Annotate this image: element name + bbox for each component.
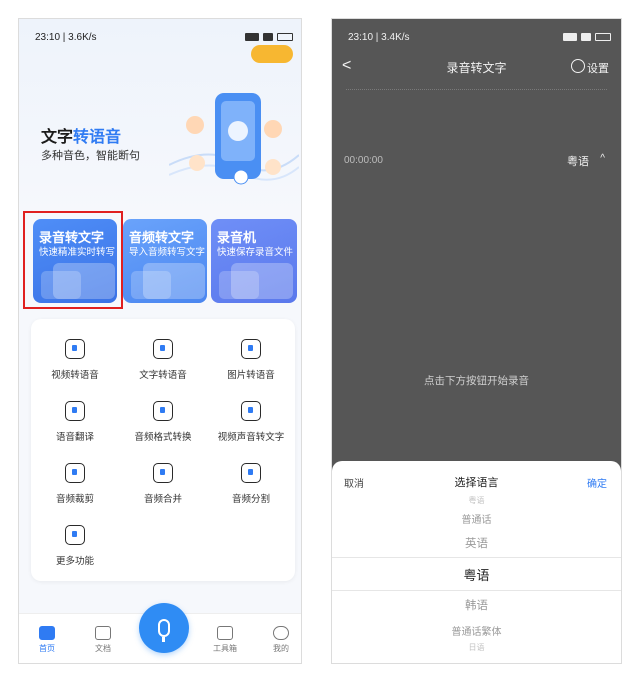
card-audio-to-text[interactable]: 音频转文字 导入音频转写文字 [123, 219, 207, 303]
grid-item-audio-split[interactable]: 音频分割 [207, 463, 295, 505]
hero-title-highlight: 转语音 [73, 129, 122, 146]
hero-illustration [169, 93, 299, 185]
status-bar: 23:10 | 3.6K/s [19, 30, 301, 44]
nav-toolbox[interactable]: 工具箱 [205, 626, 245, 654]
more-grid-icon [65, 525, 85, 545]
header: < 录音转文字 设置 [332, 55, 621, 79]
picker-option[interactable]: 韩语 [332, 597, 621, 613]
grid-item-label: 文字转语音 [139, 370, 187, 381]
profile-icon [273, 626, 289, 640]
status-time: 23:10 | 3.4K/s [348, 31, 410, 43]
card-subtitle: 快速保存录音文件 [217, 247, 294, 258]
hero-title: 文字转语音 [41, 123, 121, 147]
toolbox-icon [217, 626, 233, 640]
grid-item-label: 视频转语音 [51, 370, 99, 381]
record-mic-button[interactable] [139, 603, 189, 653]
grid-item-label: 图片转语音 [227, 370, 275, 381]
home-icon [39, 626, 55, 640]
video-play-icon [65, 339, 85, 359]
microphone-icon [158, 619, 170, 642]
translate-icon [65, 401, 85, 421]
grid-item-more[interactable]: 更多功能 [31, 525, 119, 567]
grid-item-label: 语音翻译 [55, 432, 94, 443]
status-time: 23:10 | 3.6K/s [35, 31, 97, 43]
grid-item-text-to-voice[interactable]: 文字转语音 [119, 339, 207, 381]
picker-option[interactable]: 英语 [332, 535, 621, 551]
crop-icon [65, 463, 85, 483]
video-text-icon [241, 401, 261, 421]
card-decoration [131, 271, 171, 299]
record-hint: 点击下方按钮开始录音 [424, 375, 529, 387]
chevron-up-icon[interactable]: ^ [600, 153, 605, 164]
sheet-title: 选择语言 [454, 477, 499, 489]
nav-label: 我的 [273, 644, 289, 653]
status-icons [245, 33, 293, 41]
merge-icon [153, 463, 173, 483]
picker-option[interactable]: 普通话 [332, 511, 621, 526]
grid-item-label: 音频裁剪 [55, 494, 94, 505]
wifi-icon [263, 33, 273, 41]
grid-item-video-sound-to-text[interactable]: 视频声音转文字 [207, 401, 295, 443]
recording-timer: 00:00:00 [344, 155, 383, 166]
hero-title-prefix: 文字 [41, 129, 74, 146]
picker-option[interactable]: 日语 [332, 642, 621, 653]
nav-label: 工具箱 [213, 644, 237, 653]
image-icon [241, 339, 261, 359]
text-t-icon [153, 339, 173, 359]
status-bar: 23:10 | 3.4K/s [332, 30, 621, 44]
waveform-divider [346, 89, 607, 90]
grid-item-label: 音频格式转换 [134, 432, 192, 443]
nav-profile[interactable]: 我的 [261, 626, 301, 654]
picker-option-selected[interactable]: 粤语 [332, 565, 621, 584]
grid-item-audio-crop[interactable]: 音频裁剪 [31, 463, 119, 505]
nav-label: 文档 [95, 644, 111, 653]
status-icons [563, 33, 611, 41]
settings-button[interactable]: 设置 [587, 60, 609, 76]
highlight-box [23, 211, 123, 309]
nav-label: 首页 [39, 644, 55, 653]
convert-icon [153, 401, 173, 421]
signal-icon [563, 33, 577, 41]
hero-banner: 23:10 | 3.6K/s 文字转语音 多种音色，智能断句 [19, 19, 301, 219]
picker-option[interactable]: 普通话繁体 [332, 623, 621, 638]
picker-option[interactable]: 粤语 [332, 495, 621, 506]
card-recorder[interactable]: 录音机 快速保存录音文件 [211, 219, 297, 303]
grid-item-label: 音频分割 [231, 494, 270, 505]
folder-icon [95, 626, 111, 640]
wifi-icon [581, 33, 591, 41]
grid-item-video-to-voice[interactable]: 视频转语音 [31, 339, 119, 381]
card-decoration [219, 271, 259, 299]
grid-item-voice-translate[interactable]: 语音翻译 [31, 401, 119, 443]
hero-subtitle: 多种音色，智能断句 [41, 150, 140, 162]
grid-item-label: 视频声音转文字 [217, 432, 285, 443]
nav-documents[interactable]: 文档 [83, 626, 123, 654]
signal-icon [245, 33, 259, 41]
grid-item-image-to-voice[interactable]: 图片转语音 [207, 339, 295, 381]
card-subtitle: 导入音频转写文字 [129, 247, 206, 258]
gear-icon[interactable] [571, 59, 585, 73]
grid-item-audio-convert[interactable]: 音频格式转换 [119, 401, 207, 443]
language-picker-sheet: 取消 选择语言 确定 粤语 普通话 英语 粤语 韩语 普通话繁体 日语 [332, 461, 621, 663]
grid-item-label: 更多功能 [55, 556, 94, 567]
grid-item-audio-merge[interactable]: 音频合并 [119, 463, 207, 505]
record-screen: 23:10 | 3.4K/s < 录音转文字 设置 00:00:00 粤语 ^ … [331, 18, 622, 664]
promo-badge[interactable] [251, 45, 293, 63]
home-screen: 23:10 | 3.6K/s 文字转语音 多种音色，智能断句 录音转文字 快速精… [18, 18, 302, 664]
tools-grid: 视频转语音 文字转语音 图片转语音 语音翻译 音频格式转换 视频声音转文字 音频… [31, 319, 295, 581]
battery-icon [277, 33, 293, 41]
confirm-button[interactable]: 确定 [587, 475, 607, 490]
battery-icon [595, 33, 611, 41]
nav-home[interactable]: 首页 [27, 626, 67, 654]
split-icon [241, 463, 261, 483]
grid-item-label: 音频合并 [143, 494, 182, 505]
language-selector[interactable]: 粤语 [567, 153, 589, 169]
